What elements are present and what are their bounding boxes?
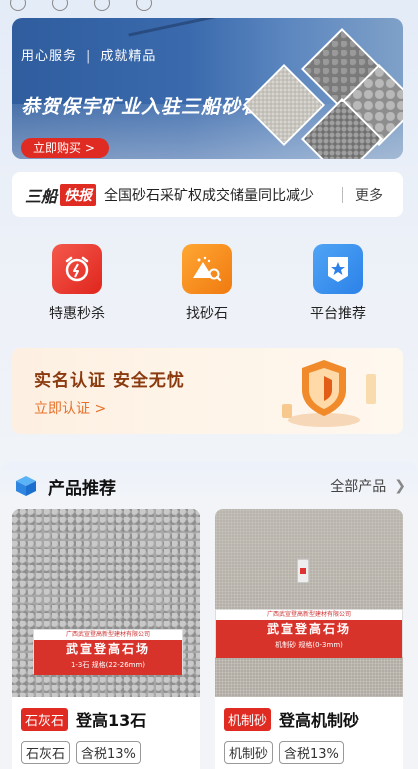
banner-subtitle-left: 用心服务 [21, 49, 78, 64]
product-name: 登高机制砂 [279, 711, 360, 730]
quick-entry-grid: 特惠秒杀 找砂石 平台推荐 [0, 244, 418, 324]
promo-banner[interactable]: 用心服务 | 成就精品 恭贺保宇矿业入驻三船砂石 立即购买 > [12, 18, 403, 159]
top-chip[interactable] [52, 0, 68, 14]
star-badge-icon [313, 244, 363, 294]
product-tag: 机制砂 [224, 741, 274, 764]
stone-samples-graphic [242, 18, 403, 159]
alarm-clock-icon [52, 244, 102, 294]
news-more-link[interactable]: 更多 [355, 185, 383, 205]
category-badge: 机制砂 [224, 707, 272, 731]
banner-subtitle-right: 成就精品 [100, 49, 157, 64]
radio-icon [94, 0, 110, 11]
section-header: 产品推荐 全部产品 ❯ [14, 473, 406, 499]
top-chip[interactable] [10, 0, 26, 14]
product-tags: 机制砂 含税13% [224, 741, 344, 764]
sample-bottle [297, 559, 309, 583]
product-name-row: 机制砂 登高机制砂 [224, 707, 359, 731]
all-products-link[interactable]: 全部产品 [330, 476, 386, 496]
product-card[interactable]: 广西武宣登高新型建材有限公司 武宣登高石场 1-3石 规格(22-26mm) 石… [12, 509, 200, 769]
quick-entry-label: 特惠秒杀 [49, 306, 105, 322]
sign-spec: 机制砂 规格(0-3mm) [275, 641, 343, 649]
quick-entry-flash-sale[interactable]: 特惠秒杀 [27, 244, 127, 323]
news-brand: 三船 [25, 186, 58, 206]
quarry-sign: 广西武宣登高新型建材有限公司 武宣登高石场 1-3石 规格(22-26mm) [33, 629, 183, 675]
radio-icon [52, 0, 68, 11]
product-card[interactable]: 广西武宣登高新型建材有限公司 武宣登高石场 机制砂 规格(0-3mm) 机制砂 … [215, 509, 403, 769]
sign-company: 广西武宣登高新型建材有限公司 [65, 631, 150, 638]
verify-now-link[interactable]: 立即认证 > [34, 398, 106, 418]
sign-title: 武宣登高石场 [65, 642, 150, 656]
product-recommend-section: 产品推荐 全部产品 ❯ 广西武宣登高新型建材有限公司 武宣登高石场 1-3石 规… [0, 461, 418, 769]
top-chip[interactable] [94, 0, 110, 14]
product-photo: 广西武宣登高新型建材有限公司 武宣登高石场 机制砂 规格(0-3mm) [215, 509, 403, 697]
cube-icon [16, 476, 36, 496]
category-badge: 石灰石 [21, 707, 69, 731]
banner-subtitle-separator: | [86, 49, 92, 64]
sign-spec: 1-3石 规格(22-26mm) [70, 661, 146, 669]
sign-title: 武宣登高石场 [266, 622, 351, 636]
section-title: 产品推荐 [48, 478, 116, 499]
buy-now-button[interactable]: 立即购买 > [21, 138, 109, 158]
product-tags: 石灰石 含税13% [21, 741, 141, 764]
divider [342, 186, 344, 203]
quick-entry-find-sand[interactable]: 找砂石 [157, 244, 257, 323]
sign-company: 广西武宣登高新型建材有限公司 [266, 611, 351, 618]
product-photo: 广西武宣登高新型建材有限公司 武宣登高石场 1-3石 规格(22-26mm) [12, 509, 200, 697]
verify-title: 实名认证 安全无忧 [34, 371, 185, 391]
product-name: 登高13石 [76, 711, 147, 730]
news-flash-badge: 快报 [60, 183, 97, 206]
quick-entry-label: 找砂石 [186, 306, 228, 322]
product-tag: 含税13% [279, 741, 344, 764]
shield-icon [282, 360, 376, 427]
top-filter-strip [0, 0, 418, 14]
product-name-row: 石灰石 登高13石 [21, 707, 146, 731]
sand-search-icon [182, 244, 232, 294]
news-ticker[interactable]: 三船 快报 全国砂石采矿权成交储量同比减少 更多 [12, 172, 403, 217]
top-chip[interactable] [136, 0, 152, 14]
product-tag: 石灰石 [21, 741, 71, 764]
news-message[interactable]: 全国砂石采矿权成交储量同比减少 [104, 185, 336, 205]
real-name-verify-card[interactable]: 实名认证 安全无忧 立即认证 > [12, 348, 403, 434]
product-tag: 含税13% [76, 741, 141, 764]
radio-icon [136, 0, 152, 11]
banner-subtitle: 用心服务 | 成就精品 [21, 45, 156, 64]
quick-entry-label: 平台推荐 [310, 306, 366, 322]
radio-icon [10, 0, 26, 11]
quarry-sign: 广西武宣登高新型建材有限公司 武宣登高石场 机制砂 规格(0-3mm) [215, 609, 403, 658]
chevron-right-icon[interactable]: ❯ [394, 478, 406, 494]
banner-title: 恭贺保宇矿业入驻三船砂石 [21, 96, 262, 118]
quick-entry-platform-recommend[interactable]: 平台推荐 [288, 244, 388, 323]
